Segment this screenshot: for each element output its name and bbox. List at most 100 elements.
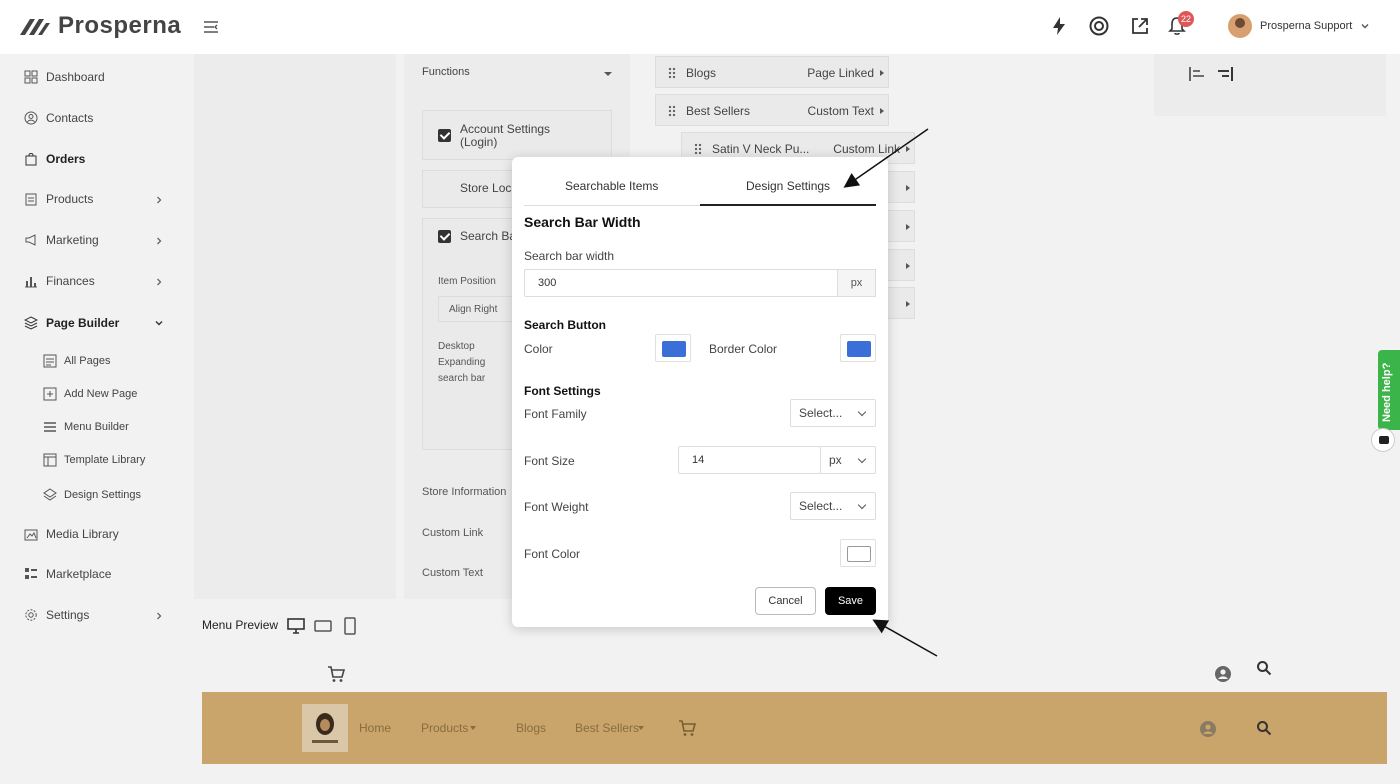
border-color-picker[interactable] [840,334,876,362]
chevron-right-icon [157,612,162,620]
sidebar-item-marketing[interactable]: Marketing [24,233,99,247]
button-color-picker[interactable] [655,334,691,362]
account-settings-checkbox[interactable] [438,129,451,142]
sidebar-item-label: Orders [46,152,86,166]
preview-link-best-sellers[interactable]: Best Sellers [575,721,639,735]
menu-item-row[interactable]: Blogs Page Linked [655,56,889,88]
builder-left-panel [194,54,396,599]
font-family-select[interactable]: Select... [790,399,876,427]
tab-design-settings[interactable]: Design Settings [746,179,830,193]
template-icon [43,453,57,467]
desktop-expanding-label-3: search bar [438,373,486,384]
desktop-icon[interactable] [287,617,305,635]
sidebar-item-marketplace[interactable]: Marketplace [24,567,111,581]
font-weight-label: Font Weight [524,500,589,514]
search-bar-width-heading: Search Bar Width [524,214,641,230]
mobile-icon[interactable] [342,617,358,635]
brand-logo[interactable]: Prosperna [18,12,181,40]
need-help-label: Need help? [1381,362,1393,422]
need-help-tab[interactable]: Need help? [1378,350,1400,430]
sidebar-item-finances[interactable]: Finances [24,274,95,288]
add-page-icon [43,387,57,401]
sidebar-item-contacts[interactable]: Contacts [24,111,93,125]
store-logo-icon [312,713,338,743]
chat-icon[interactable] [1371,428,1395,452]
drag-handle-icon[interactable] [668,105,676,117]
account-settings-label: Account Settings [460,122,551,136]
sidebar-sub-label: Menu Builder [64,421,129,433]
save-button[interactable]: Save [825,587,876,615]
brand-name: Prosperna [58,12,182,39]
functions-label: Functions [422,66,470,78]
sidebar-item-label: Products [46,192,94,206]
menu-item-type: Page Linked [807,66,874,80]
caret-right-icon[interactable] [906,301,910,307]
target-icon[interactable] [1088,15,1110,37]
font-size-unit-select[interactable]: px [820,446,876,474]
sidebar-item-dashboard[interactable]: Dashboard [24,70,105,84]
align-right-icon[interactable] [1216,65,1234,83]
sidebar-item-settings[interactable]: Settings [24,608,89,622]
chevron-right-icon [157,237,162,245]
external-link-icon[interactable] [1129,15,1151,37]
cart-icon[interactable] [678,719,696,737]
caret-right-icon[interactable] [906,146,910,152]
caret-down-icon [470,726,476,730]
menu-collapse-icon[interactable] [202,18,220,36]
search-bar-width-input[interactable]: 300 [524,269,838,297]
align-left-icon[interactable] [1188,65,1206,83]
preview-link-blogs[interactable]: Blogs [516,721,546,735]
drag-handle-icon[interactable] [668,67,676,79]
tab-searchable-items[interactable]: Searchable Items [565,179,658,193]
caret-down-icon [604,72,612,76]
prosperna-logo-icon [20,19,50,35]
account-icon[interactable] [1214,665,1232,683]
sidebar-sub-template-library[interactable]: Template Library [43,453,145,467]
sidebar-sub-menu-builder[interactable]: Menu Builder [43,420,129,434]
chevron-down-icon [857,500,867,510]
search-bar-width-unit: px [837,269,876,297]
custom-text-item[interactable]: Custom Text [422,567,483,579]
search-bar-label: Search Ba [460,229,517,243]
account-icon[interactable] [1199,720,1217,738]
caret-right-icon[interactable] [906,185,910,191]
search-icon[interactable] [1256,720,1272,736]
caret-right-icon[interactable] [880,70,884,76]
font-size-unit-value: px [829,453,842,467]
caret-right-icon[interactable] [906,224,910,230]
tablet-icon[interactable] [314,617,332,635]
preview-link-products[interactable]: Products [421,721,468,735]
cart-icon[interactable] [327,665,345,683]
sidebar-item-orders[interactable]: Orders [24,152,85,166]
font-color-picker[interactable] [840,539,876,567]
caret-right-icon[interactable] [906,263,910,269]
sidebar-sub-add-new-page[interactable]: Add New Page [43,387,137,401]
sidebar-sub-all-pages[interactable]: All Pages [43,354,110,368]
functions-dropdown[interactable]: Functions [422,66,622,84]
sidebar-item-media-library[interactable]: Media Library [24,527,119,541]
sidebar-sub-design-settings[interactable]: Design Settings [43,488,141,502]
sidebar-item-products[interactable]: Products [24,192,93,206]
search-bar-card[interactable] [422,218,522,450]
button-color-swatch [662,341,686,357]
border-color-swatch [847,341,871,357]
font-weight-select[interactable]: Select... [790,492,876,520]
caret-right-icon[interactable] [880,108,884,114]
drag-handle-icon[interactable] [694,143,702,155]
preview-store-logo[interactable] [302,704,348,752]
store-information-item[interactable]: Store Information [422,486,506,498]
menu-item-row[interactable]: Best Sellers Custom Text [655,94,889,126]
chevron-right-icon [157,196,162,204]
font-size-input[interactable]: 14 [678,446,821,474]
sidebar-item-label: Dashboard [46,70,105,84]
lightning-icon[interactable] [1048,15,1070,37]
sidebar-item-page-builder[interactable]: Page Builder [24,316,119,330]
user-menu[interactable]: Prosperna Support [1228,14,1370,38]
clipboard-icon [25,193,37,206]
search-bar-checkbox[interactable] [438,230,451,243]
preview-link-home[interactable]: Home [359,721,391,735]
custom-link-item[interactable]: Custom Link [422,527,483,539]
user-circle-icon [24,111,38,125]
search-icon[interactable] [1256,660,1272,676]
cancel-button[interactable]: Cancel [755,587,816,615]
